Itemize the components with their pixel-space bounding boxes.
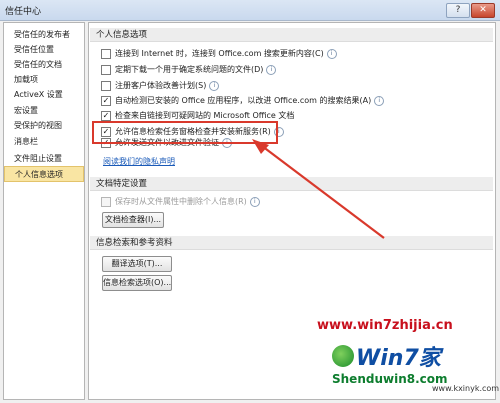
watermark-logo-icon — [332, 345, 354, 367]
trust-center-window: 信任中心 ? ✕ 受信任的发布者 受信任位置 受信任的文档 加载项 Active… — [0, 0, 500, 403]
watermark-url: www.win7zhijia.cn — [317, 318, 453, 333]
watermark-site: Shenduwin8.com — [332, 372, 448, 386]
watermark-site-secondary: www.kxinyk.com — [432, 384, 500, 393]
watermark-logo-text: Win7家 — [356, 346, 441, 371]
